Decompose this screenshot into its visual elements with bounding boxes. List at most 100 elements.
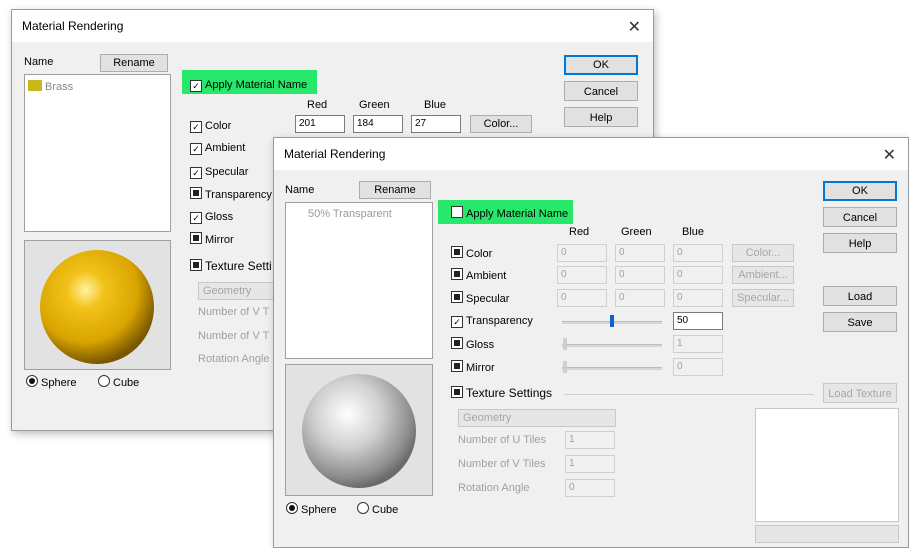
front-gloss-slider-thumb[interactable] [563,338,567,350]
front-ambient-blue[interactable]: 0 [673,266,723,284]
front-transparency-slider-thumb[interactable] [610,315,614,327]
front-color-red[interactable]: 0 [557,244,607,262]
back-material-list[interactable]: Brass [24,74,171,232]
back-rotation-label: Rotation Angle [198,353,270,365]
back-color-checkbox[interactable]: ✓ Color [190,119,231,134]
front-color-button[interactable]: Color... [732,244,794,262]
front-mirror-track[interactable] [562,367,662,370]
back-gloss-checkbox[interactable]: ✓ Gloss [190,210,233,225]
front-help-button[interactable]: Help [823,233,897,253]
front-ok-button[interactable]: OK [823,181,897,201]
back-apply-name-checkbox[interactable]: ✓ Apply Material Name [190,78,307,93]
front-material-list[interactable]: 50% Transparent [285,202,433,359]
back-red-field[interactable]: 201 [295,115,345,133]
back-geometry-button[interactable]: Geometry [198,282,278,300]
front-cube-radio[interactable]: Cube [357,502,398,517]
back-ok-button[interactable]: OK [564,55,638,75]
front-dialog-title: Material Rendering [284,147,386,161]
back-color-button[interactable]: Color... [470,115,532,133]
front-green-header: Green [621,226,652,238]
back-help-button[interactable]: Help [564,107,638,127]
list-item[interactable]: Brass [28,80,73,93]
list-item[interactable]: 50% Transparent [308,208,392,220]
apply-name-label: Apply Material Name [466,208,569,220]
front-mirror-slider-thumb[interactable] [563,361,567,373]
front-mirror-value[interactable]: 0 [673,358,723,376]
prop-label: Gloss [466,339,495,351]
front-ambient-checkbox[interactable]: Ambient [451,268,506,283]
front-geometry-button[interactable]: Geometry [458,409,616,427]
checked-icon: ✓ [190,167,202,179]
front-apply-name-checkbox[interactable]: Apply Material Name [451,206,568,221]
back-rename-button[interactable]: Rename [100,54,168,72]
front-gloss-checkbox[interactable]: Gloss [451,337,494,352]
front-gloss-track[interactable] [562,344,662,347]
texture-preview-box [755,408,899,522]
front-ambient-green[interactable]: 0 [615,266,665,284]
prop-label: Transparency [466,315,533,327]
back-mirror-checkbox[interactable]: Mirror [190,232,234,247]
back-preview [24,240,171,370]
texture-label: Texture Setti [205,259,272,273]
back-transparency-checkbox[interactable]: Transparency [190,187,272,202]
front-red-header: Red [569,226,590,238]
front-rotation-field[interactable]: 0 [565,479,615,497]
front-tex-u-label: Number of U Tiles [458,434,547,446]
brass-sphere-preview [40,250,154,364]
front-specular-red[interactable]: 0 [557,289,607,307]
front-color-blue[interactable]: 0 [673,244,723,262]
front-color-checkbox[interactable]: Color [451,246,492,261]
checked-icon: ✓ [190,121,202,133]
front-tex-u-field[interactable]: 1 [565,431,615,449]
prop-label: Color [205,120,232,132]
back-texture-checkbox[interactable]: Texture Setti [190,259,272,274]
front-save-button[interactable]: Save [823,312,897,332]
back-blue-field[interactable]: 27 [411,115,461,133]
front-titlebar: Material Rendering ✕ [274,138,908,170]
front-specular-green[interactable]: 0 [615,289,665,307]
front-blue-header: Blue [682,226,705,238]
front-tex-v-field[interactable]: 1 [565,455,615,473]
checked-icon: ✓ [190,80,202,92]
front-preview [285,364,433,496]
front-rename-button[interactable]: Rename [359,181,431,199]
back-cancel-button[interactable]: Cancel [564,81,638,101]
front-specular-checkbox[interactable]: Specular [451,291,509,306]
indeterminate-icon [190,232,202,244]
sphere-label: Sphere [41,377,77,389]
front-specular-blue[interactable]: 0 [673,289,723,307]
front-close-icon[interactable]: ✕ [883,145,896,165]
checked-icon: ✓ [190,212,202,224]
front-ambient-red[interactable]: 0 [557,266,607,284]
back-cube-radio[interactable]: Cube [98,375,139,390]
back-tex-v-label: Number of V T [198,330,270,342]
back-sphere-radio[interactable]: Sphere [26,375,76,390]
indeterminate-icon [451,291,463,303]
front-transparency-value[interactable]: 50 [673,312,723,330]
front-sphere-radio[interactable]: Sphere [286,502,336,517]
front-transparency-checkbox[interactable]: ✓ Transparency [451,314,533,329]
brass-swatch [28,80,42,91]
front-tex-v-label: Number of V Tiles [458,458,546,470]
back-green-field[interactable]: 184 [353,115,403,133]
front-load-button[interactable]: Load [823,286,897,306]
indeterminate-icon [451,268,463,280]
front-cancel-button[interactable]: Cancel [823,207,897,227]
back-ambient-checkbox[interactable]: ✓ Ambient [190,141,245,156]
front-mirror-checkbox[interactable]: Mirror [451,360,495,375]
front-color-green[interactable]: 0 [615,244,665,262]
prop-label: Mirror [205,234,234,246]
front-load-texture-button[interactable]: Load Texture [823,383,897,403]
texture-file-field[interactable] [755,525,899,543]
back-name-label: Name [24,56,54,68]
back-close-icon[interactable]: ✕ [628,17,641,37]
back-specular-checkbox[interactable]: ✓ Specular [190,165,248,180]
prop-label: Specular [466,293,510,305]
front-specular-button[interactable]: Specular... [732,289,794,307]
front-dialog: Material Rendering ✕ Name Rename 50% Tra… [273,137,909,548]
prop-label: Specular [205,166,249,178]
front-gloss-value[interactable]: 1 [673,335,723,353]
front-texture-checkbox[interactable]: Texture Settings [451,386,552,401]
checked-icon: ✓ [451,316,463,328]
front-ambient-button[interactable]: Ambient... [732,266,794,284]
